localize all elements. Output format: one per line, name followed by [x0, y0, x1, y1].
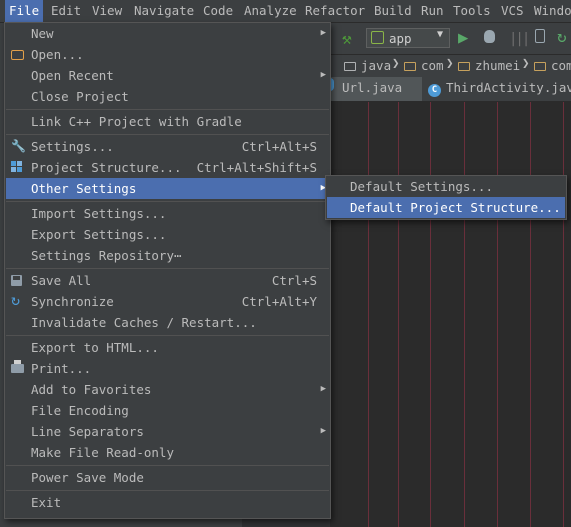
menu-separator	[6, 490, 329, 491]
menu-refactor[interactable]: Refactor	[301, 0, 369, 22]
menu-item-settings[interactable]: 🔧 Settings... Ctrl+Alt+S	[6, 136, 329, 157]
menu-item-exit[interactable]: Exit	[6, 492, 329, 513]
breadcrumb-com-2[interactable]: com	[534, 58, 571, 73]
sync-gradle-icon[interactable]: ↻	[557, 27, 567, 46]
save-icon	[11, 275, 22, 286]
package-icon	[458, 62, 470, 71]
menu-view[interactable]: View	[88, 0, 126, 22]
menu-item-new[interactable]: New ▶	[6, 23, 329, 44]
menu-item-synchronize[interactable]: ↻ Synchronize Ctrl+Alt+Y	[6, 291, 329, 312]
debug-bug-icon[interactable]	[484, 30, 495, 43]
chevron-down-icon: ▼	[436, 29, 443, 40]
menu-separator	[6, 109, 329, 110]
menu-file[interactable]: File	[5, 0, 44, 22]
breadcrumb: java ❯ com ❯ zhumei ❯ com	[330, 54, 571, 77]
run-icon[interactable]: ▶	[458, 28, 468, 48]
editor-tabs: Url.java C ThirdActivity.java	[330, 77, 571, 102]
menu-item-file-encoding[interactable]: File Encoding	[6, 400, 329, 421]
breadcrumb-zhumei[interactable]: zhumei	[458, 58, 520, 73]
menu-item-open-recent[interactable]: Open Recent ▶	[6, 65, 329, 86]
menu-bar: File Edit View Navigate Code Analyze Ref…	[0, 0, 571, 23]
menu-item-power-save[interactable]: Power Save Mode	[6, 467, 329, 488]
run-config-label: app	[389, 31, 412, 46]
menu-item-other-settings[interactable]: Other Settings ▶	[6, 178, 329, 199]
file-menu: New ▶ Open... Open Recent ▶ Close Projec…	[4, 22, 331, 519]
package-icon	[534, 62, 546, 71]
menu-analyze[interactable]: Analyze	[240, 0, 301, 22]
menu-separator	[6, 134, 329, 135]
folder-icon	[344, 62, 356, 71]
breadcrumb-java[interactable]: java	[344, 58, 391, 73]
printer-icon	[11, 360, 24, 373]
sync-icon: ↻	[11, 291, 21, 309]
menu-item-default-project-structure[interactable]: Default Project Structure...	[327, 197, 565, 218]
menu-separator	[6, 268, 329, 269]
menu-separator	[6, 465, 329, 466]
menu-window[interactable]: Window	[530, 0, 571, 22]
menu-item-settings-repository[interactable]: Settings Repository⋯	[6, 245, 329, 266]
menu-item-link-cpp[interactable]: Link C++ Project with Gradle	[6, 111, 329, 132]
tab-url-java[interactable]: Url.java	[330, 77, 422, 101]
submenu-arrow-icon: ▶	[320, 384, 326, 394]
submenu-arrow-icon: ▶	[320, 426, 326, 436]
menu-item-print[interactable]: Print...	[6, 358, 329, 379]
android-module-icon	[371, 31, 384, 44]
menu-navigate[interactable]: Navigate	[130, 0, 198, 22]
menu-item-line-separators[interactable]: Line Separators ▶	[6, 421, 329, 442]
menu-build[interactable]: Build	[370, 0, 416, 22]
device-icon[interactable]	[535, 29, 545, 43]
submenu-arrow-icon: ▶	[320, 70, 326, 80]
menu-item-invalidate-caches[interactable]: Invalidate Caches / Restart...	[6, 312, 329, 333]
menu-item-add-favorites[interactable]: Add to Favorites ▶	[6, 379, 329, 400]
menu-item-open[interactable]: Open...	[6, 44, 329, 65]
menu-tools[interactable]: Tools	[449, 0, 495, 22]
submenu-arrow-icon: ▶	[320, 28, 326, 38]
project-structure-icon	[11, 161, 23, 173]
breadcrumb-com[interactable]: com	[404, 58, 444, 73]
folder-icon	[11, 50, 24, 60]
menu-edit[interactable]: Edit	[47, 0, 85, 22]
menu-run[interactable]: Run	[417, 0, 448, 22]
menu-code[interactable]: Code	[199, 0, 237, 22]
menu-item-save-all[interactable]: Save All Ctrl+S	[6, 270, 329, 291]
wrench-icon: 🔧	[11, 139, 26, 153]
menu-vcs[interactable]: VCS	[497, 0, 528, 22]
menu-item-import-settings[interactable]: Import Settings...	[6, 203, 329, 224]
tab-thirdactivity-java[interactable]: C ThirdActivity.java	[428, 77, 571, 101]
menu-item-export-settings[interactable]: Export Settings...	[6, 224, 329, 245]
menu-item-default-settings[interactable]: Default Settings...	[327, 176, 565, 197]
other-settings-submenu: Default Settings... Default Project Stru…	[325, 175, 567, 220]
menu-item-project-structure[interactable]: Project Structure... Ctrl+Alt+Shift+S	[6, 157, 329, 178]
main-toolbar: ⚒ app ▼ ▶ ||| ↻	[330, 23, 571, 53]
code-editor[interactable]	[330, 102, 571, 527]
menu-separator	[6, 201, 329, 202]
menu-item-make-read-only[interactable]: Make File Read-only	[6, 442, 329, 463]
class-icon: C	[428, 84, 441, 97]
profile-bars-icon[interactable]: |||	[509, 31, 530, 47]
package-icon	[404, 62, 416, 71]
menu-item-close-project[interactable]: Close Project	[6, 86, 329, 107]
build-hammer-icon[interactable]: ⚒	[342, 29, 352, 48]
run-config-combo[interactable]: app ▼	[366, 28, 450, 48]
menu-item-export-html[interactable]: Export to HTML...	[6, 337, 329, 358]
menu-separator	[6, 335, 329, 336]
